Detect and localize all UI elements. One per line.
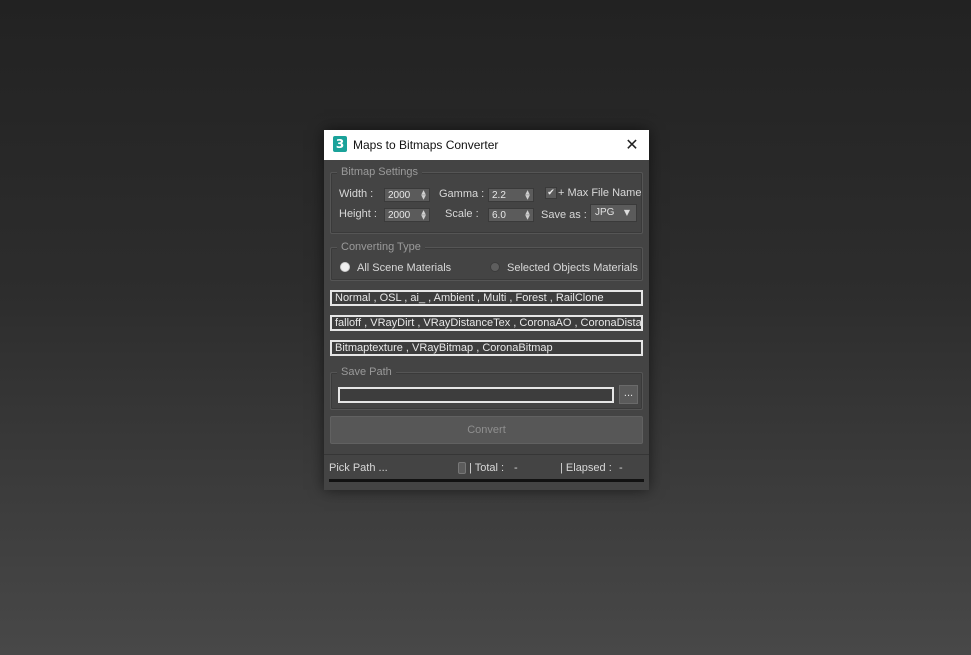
chevron-down-icon: ▼ bbox=[623, 208, 630, 217]
total-label: | Total : bbox=[469, 462, 505, 474]
gamma-label: Gamma : bbox=[439, 188, 485, 200]
checkmark-icon: ✔ bbox=[547, 188, 555, 198]
max-file-name-label: + Max File Name bbox=[558, 187, 642, 199]
status-toggle[interactable] bbox=[458, 462, 466, 474]
bitmap-settings-group: Bitmap Settings bbox=[330, 165, 643, 234]
max-file-name-checkbox[interactable]: ✔ bbox=[545, 187, 557, 199]
gamma-spinner[interactable]: 2.2 ▲ ▼ bbox=[488, 188, 534, 202]
width-spinner[interactable]: 2000 ▲ ▼ bbox=[384, 188, 430, 202]
elapsed-value: - bbox=[619, 462, 623, 474]
convert-button[interactable]: Convert bbox=[330, 416, 643, 444]
spinner-arrows-icon[interactable]: ▲ ▼ bbox=[524, 210, 531, 221]
height-value: 2000 bbox=[388, 210, 411, 221]
close-icon: ✕ bbox=[625, 135, 639, 154]
converter-window: 3 Maps to Bitmaps Converter ✕ Bitmap Set… bbox=[324, 130, 649, 490]
save-path-input[interactable] bbox=[338, 387, 614, 403]
gamma-value: 2.2 bbox=[492, 190, 506, 201]
all-scene-materials-label: All Scene Materials bbox=[357, 262, 452, 274]
title-bar[interactable]: 3 Maps to Bitmaps Converter ✕ bbox=[324, 130, 649, 160]
save-as-label: Save as : bbox=[541, 209, 587, 221]
window-title: Maps to Bitmaps Converter bbox=[353, 138, 499, 152]
filter-field-2[interactable]: falloff , VRayDirt , VRayDistanceTex , C… bbox=[330, 315, 643, 331]
width-label: Width : bbox=[339, 188, 374, 200]
scale-spinner[interactable]: 6.0 ▲ ▼ bbox=[488, 208, 534, 222]
spinner-arrows-icon[interactable]: ▲ ▼ bbox=[420, 190, 427, 201]
width-value: 2000 bbox=[388, 190, 411, 201]
close-button[interactable]: ✕ bbox=[620, 135, 644, 155]
save-as-dropdown[interactable]: JPG ▼ bbox=[590, 204, 637, 222]
height-spinner[interactable]: 2000 ▲ ▼ bbox=[384, 208, 430, 222]
scale-value: 6.0 bbox=[492, 210, 506, 221]
filter-field-1[interactable]: Normal , OSL , ai_ , Ambient , Multi , F… bbox=[330, 290, 643, 306]
radio-selected-objects-materials[interactable] bbox=[490, 262, 500, 272]
selected-objects-materials-label: Selected Objects Materials bbox=[507, 262, 638, 274]
elapsed-label: | Elapsed : bbox=[560, 462, 612, 474]
filter-field-3[interactable]: Bitmaptexture , VRayBitmap , CoronaBitma… bbox=[330, 340, 643, 356]
save-as-value: JPG bbox=[595, 207, 615, 218]
total-value: - bbox=[514, 462, 518, 474]
scale-label: Scale : bbox=[445, 208, 479, 220]
bitmap-settings-title: Bitmap Settings bbox=[337, 165, 423, 179]
save-path-title: Save Path bbox=[337, 365, 396, 379]
spinner-arrows-icon[interactable]: ▲ ▼ bbox=[420, 210, 427, 221]
spinner-arrows-icon[interactable]: ▲ ▼ bbox=[524, 190, 531, 201]
radio-all-scene-materials[interactable] bbox=[340, 262, 350, 272]
status-bar: Pick Path ... | Total : - | Elapsed : - bbox=[324, 454, 649, 491]
height-label: Height : bbox=[339, 208, 377, 220]
3ds-max-icon: 3 bbox=[333, 136, 347, 152]
pick-path-status: Pick Path ... bbox=[329, 462, 388, 474]
progress-bar bbox=[329, 479, 644, 482]
converting-type-title: Converting Type bbox=[337, 240, 425, 254]
browse-button[interactable]: ... bbox=[619, 385, 638, 404]
